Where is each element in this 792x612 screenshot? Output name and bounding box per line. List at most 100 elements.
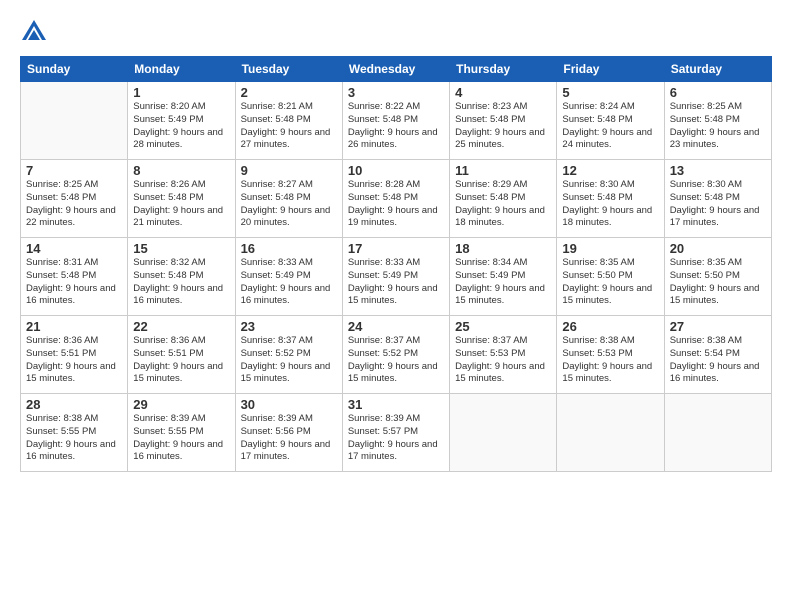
day-info: Sunrise: 8:27 AM Sunset: 5:48 PM Dayligh… <box>241 179 337 230</box>
day-number: 9 <box>241 163 337 178</box>
day-number: 21 <box>26 319 122 334</box>
calendar-cell: 10Sunrise: 8:28 AM Sunset: 5:48 PM Dayli… <box>342 160 449 238</box>
day-number: 29 <box>133 397 229 412</box>
calendar-cell: 30Sunrise: 8:39 AM Sunset: 5:56 PM Dayli… <box>235 394 342 472</box>
calendar-cell: 12Sunrise: 8:30 AM Sunset: 5:48 PM Dayli… <box>557 160 664 238</box>
calendar-cell: 5Sunrise: 8:24 AM Sunset: 5:48 PM Daylig… <box>557 82 664 160</box>
day-number: 24 <box>348 319 444 334</box>
day-info: Sunrise: 8:39 AM Sunset: 5:57 PM Dayligh… <box>348 413 444 464</box>
day-number: 7 <box>26 163 122 178</box>
day-info: Sunrise: 8:39 AM Sunset: 5:56 PM Dayligh… <box>241 413 337 464</box>
calendar-week-row: 14Sunrise: 8:31 AM Sunset: 5:48 PM Dayli… <box>21 238 772 316</box>
calendar-cell: 14Sunrise: 8:31 AM Sunset: 5:48 PM Dayli… <box>21 238 128 316</box>
calendar-cell <box>557 394 664 472</box>
day-info: Sunrise: 8:30 AM Sunset: 5:48 PM Dayligh… <box>670 179 766 230</box>
day-number: 18 <box>455 241 551 256</box>
day-info: Sunrise: 8:26 AM Sunset: 5:48 PM Dayligh… <box>133 179 229 230</box>
day-info: Sunrise: 8:37 AM Sunset: 5:52 PM Dayligh… <box>348 335 444 386</box>
day-number: 1 <box>133 85 229 100</box>
calendar-cell: 6Sunrise: 8:25 AM Sunset: 5:48 PM Daylig… <box>664 82 771 160</box>
calendar-cell: 27Sunrise: 8:38 AM Sunset: 5:54 PM Dayli… <box>664 316 771 394</box>
day-info: Sunrise: 8:35 AM Sunset: 5:50 PM Dayligh… <box>670 257 766 308</box>
calendar-cell: 3Sunrise: 8:22 AM Sunset: 5:48 PM Daylig… <box>342 82 449 160</box>
day-number: 10 <box>348 163 444 178</box>
day-info: Sunrise: 8:25 AM Sunset: 5:48 PM Dayligh… <box>670 101 766 152</box>
day-info: Sunrise: 8:24 AM Sunset: 5:48 PM Dayligh… <box>562 101 658 152</box>
day-number: 3 <box>348 85 444 100</box>
day-number: 25 <box>455 319 551 334</box>
day-info: Sunrise: 8:37 AM Sunset: 5:53 PM Dayligh… <box>455 335 551 386</box>
day-info: Sunrise: 8:30 AM Sunset: 5:48 PM Dayligh… <box>562 179 658 230</box>
day-number: 12 <box>562 163 658 178</box>
day-number: 22 <box>133 319 229 334</box>
calendar-cell: 17Sunrise: 8:33 AM Sunset: 5:49 PM Dayli… <box>342 238 449 316</box>
day-info: Sunrise: 8:36 AM Sunset: 5:51 PM Dayligh… <box>133 335 229 386</box>
calendar-cell: 16Sunrise: 8:33 AM Sunset: 5:49 PM Dayli… <box>235 238 342 316</box>
calendar-cell: 4Sunrise: 8:23 AM Sunset: 5:48 PM Daylig… <box>450 82 557 160</box>
day-info: Sunrise: 8:22 AM Sunset: 5:48 PM Dayligh… <box>348 101 444 152</box>
day-info: Sunrise: 8:23 AM Sunset: 5:48 PM Dayligh… <box>455 101 551 152</box>
day-number: 15 <box>133 241 229 256</box>
calendar-cell: 18Sunrise: 8:34 AM Sunset: 5:49 PM Dayli… <box>450 238 557 316</box>
day-number: 13 <box>670 163 766 178</box>
calendar-cell: 23Sunrise: 8:37 AM Sunset: 5:52 PM Dayli… <box>235 316 342 394</box>
day-info: Sunrise: 8:25 AM Sunset: 5:48 PM Dayligh… <box>26 179 122 230</box>
calendar-cell: 29Sunrise: 8:39 AM Sunset: 5:55 PM Dayli… <box>128 394 235 472</box>
calendar-header-sunday: Sunday <box>21 57 128 82</box>
calendar-header-row: SundayMondayTuesdayWednesdayThursdayFrid… <box>21 57 772 82</box>
day-number: 30 <box>241 397 337 412</box>
day-number: 8 <box>133 163 229 178</box>
calendar-cell: 15Sunrise: 8:32 AM Sunset: 5:48 PM Dayli… <box>128 238 235 316</box>
calendar-cell <box>664 394 771 472</box>
calendar-week-row: 1Sunrise: 8:20 AM Sunset: 5:49 PM Daylig… <box>21 82 772 160</box>
day-info: Sunrise: 8:33 AM Sunset: 5:49 PM Dayligh… <box>241 257 337 308</box>
day-info: Sunrise: 8:33 AM Sunset: 5:49 PM Dayligh… <box>348 257 444 308</box>
day-info: Sunrise: 8:20 AM Sunset: 5:49 PM Dayligh… <box>133 101 229 152</box>
day-number: 14 <box>26 241 122 256</box>
day-info: Sunrise: 8:38 AM Sunset: 5:54 PM Dayligh… <box>670 335 766 386</box>
day-info: Sunrise: 8:34 AM Sunset: 5:49 PM Dayligh… <box>455 257 551 308</box>
calendar-week-row: 28Sunrise: 8:38 AM Sunset: 5:55 PM Dayli… <box>21 394 772 472</box>
day-number: 11 <box>455 163 551 178</box>
day-info: Sunrise: 8:38 AM Sunset: 5:53 PM Dayligh… <box>562 335 658 386</box>
day-info: Sunrise: 8:36 AM Sunset: 5:51 PM Dayligh… <box>26 335 122 386</box>
day-info: Sunrise: 8:29 AM Sunset: 5:48 PM Dayligh… <box>455 179 551 230</box>
day-number: 26 <box>562 319 658 334</box>
day-number: 17 <box>348 241 444 256</box>
day-number: 4 <box>455 85 551 100</box>
calendar-header-thursday: Thursday <box>450 57 557 82</box>
calendar-week-row: 21Sunrise: 8:36 AM Sunset: 5:51 PM Dayli… <box>21 316 772 394</box>
calendar-cell <box>450 394 557 472</box>
day-number: 31 <box>348 397 444 412</box>
day-info: Sunrise: 8:39 AM Sunset: 5:55 PM Dayligh… <box>133 413 229 464</box>
calendar-cell: 24Sunrise: 8:37 AM Sunset: 5:52 PM Dayli… <box>342 316 449 394</box>
calendar-cell: 31Sunrise: 8:39 AM Sunset: 5:57 PM Dayli… <box>342 394 449 472</box>
calendar-cell <box>21 82 128 160</box>
day-info: Sunrise: 8:37 AM Sunset: 5:52 PM Dayligh… <box>241 335 337 386</box>
day-number: 27 <box>670 319 766 334</box>
day-info: Sunrise: 8:38 AM Sunset: 5:55 PM Dayligh… <box>26 413 122 464</box>
calendar-header-friday: Friday <box>557 57 664 82</box>
calendar-cell: 22Sunrise: 8:36 AM Sunset: 5:51 PM Dayli… <box>128 316 235 394</box>
header <box>20 18 772 46</box>
calendar-cell: 11Sunrise: 8:29 AM Sunset: 5:48 PM Dayli… <box>450 160 557 238</box>
calendar-cell: 26Sunrise: 8:38 AM Sunset: 5:53 PM Dayli… <box>557 316 664 394</box>
calendar-cell: 20Sunrise: 8:35 AM Sunset: 5:50 PM Dayli… <box>664 238 771 316</box>
calendar-cell: 8Sunrise: 8:26 AM Sunset: 5:48 PM Daylig… <box>128 160 235 238</box>
page: SundayMondayTuesdayWednesdayThursdayFrid… <box>0 0 792 612</box>
logo-icon <box>20 18 48 46</box>
day-number: 5 <box>562 85 658 100</box>
calendar-cell: 19Sunrise: 8:35 AM Sunset: 5:50 PM Dayli… <box>557 238 664 316</box>
calendar-cell: 13Sunrise: 8:30 AM Sunset: 5:48 PM Dayli… <box>664 160 771 238</box>
calendar-cell: 21Sunrise: 8:36 AM Sunset: 5:51 PM Dayli… <box>21 316 128 394</box>
calendar-cell: 9Sunrise: 8:27 AM Sunset: 5:48 PM Daylig… <box>235 160 342 238</box>
day-number: 6 <box>670 85 766 100</box>
day-number: 19 <box>562 241 658 256</box>
calendar-header-monday: Monday <box>128 57 235 82</box>
day-number: 23 <box>241 319 337 334</box>
calendar-header-saturday: Saturday <box>664 57 771 82</box>
day-info: Sunrise: 8:21 AM Sunset: 5:48 PM Dayligh… <box>241 101 337 152</box>
day-info: Sunrise: 8:31 AM Sunset: 5:48 PM Dayligh… <box>26 257 122 308</box>
day-info: Sunrise: 8:28 AM Sunset: 5:48 PM Dayligh… <box>348 179 444 230</box>
day-info: Sunrise: 8:32 AM Sunset: 5:48 PM Dayligh… <box>133 257 229 308</box>
